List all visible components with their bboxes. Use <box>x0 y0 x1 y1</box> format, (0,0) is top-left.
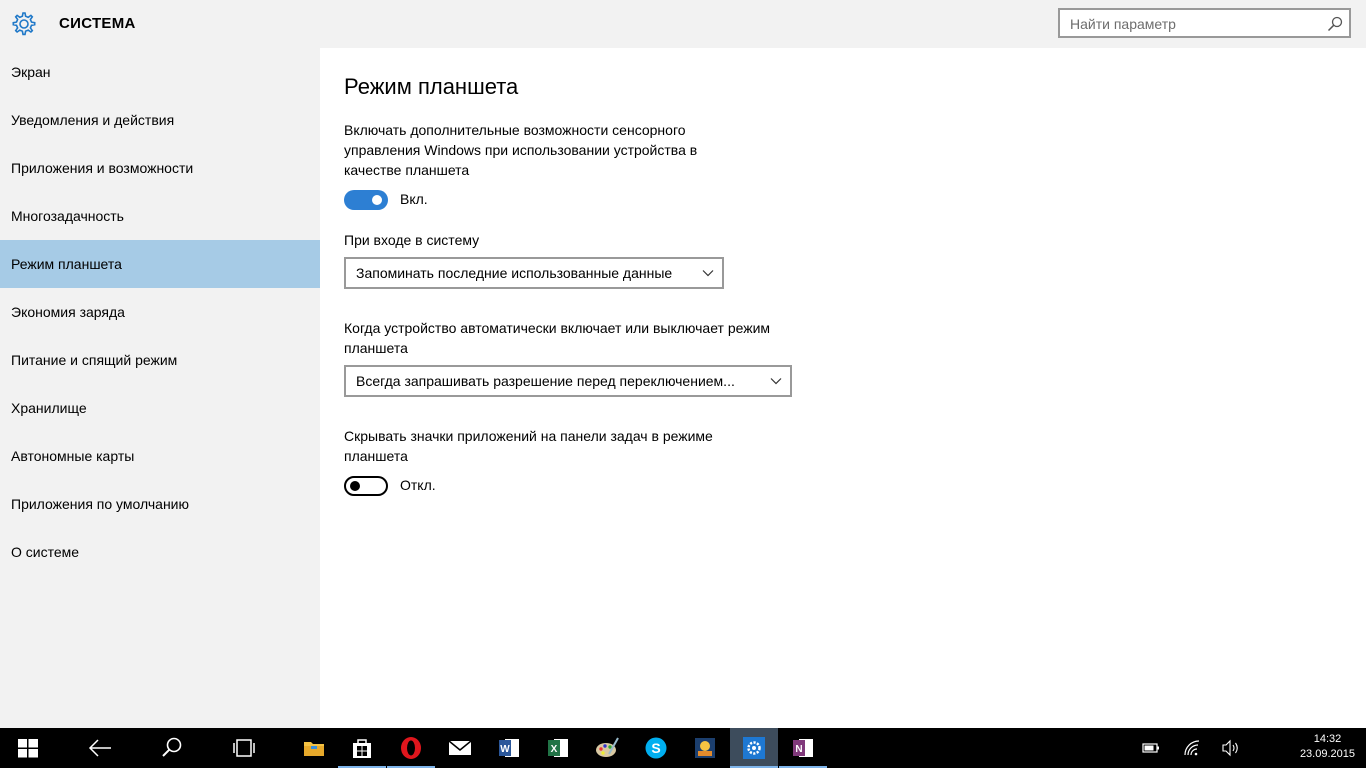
sign-in-label: При входе в систему <box>344 232 480 248</box>
toggle-state-label: Вкл. <box>400 191 428 207</box>
svg-text:W: W <box>500 744 510 755</box>
tray-battery[interactable] <box>1136 728 1166 768</box>
tray-volume[interactable] <box>1216 728 1246 768</box>
sidebar-item-label: Многозадачность <box>11 208 124 224</box>
sidebar-item-label: Хранилище <box>11 400 87 416</box>
sidebar-item-label: О системе <box>11 544 80 560</box>
title-bar: СИСТЕМА Найти параметр <box>0 0 1366 48</box>
sidebar-item-label: Экран <box>11 64 51 80</box>
taskbar-settings[interactable] <box>730 728 778 768</box>
sidebar-item-label: Режим планшета <box>11 256 122 272</box>
sidebar-item-label: Уведомления и действия <box>11 112 175 128</box>
chevron-down-icon <box>702 270 714 277</box>
excel-icon: X <box>548 739 568 757</box>
sidebar-item-about[interactable]: О системе <box>0 528 320 576</box>
sidebar-item-default-apps[interactable]: Приложения по умолчанию <box>0 480 320 528</box>
task-view-icon <box>233 739 255 757</box>
sidebar-item-label: Питание и спящий режим <box>11 352 178 368</box>
store-icon <box>353 739 371 758</box>
start-button[interactable] <box>4 728 52 768</box>
tablet-mode-toggle[interactable] <box>344 190 388 210</box>
sidebar-item-label: Приложения по умолчанию <box>11 496 189 512</box>
skype-icon: S <box>645 737 667 759</box>
onenote-icon: N <box>793 739 813 757</box>
dropdown-value: Запоминать последние использованные данн… <box>356 265 673 281</box>
toggle-knob <box>372 195 382 205</box>
sidebar-item-label: Автономные карты <box>11 448 135 464</box>
paint-icon <box>596 737 619 757</box>
taskbar-store[interactable] <box>338 728 386 768</box>
sidebar-item-offline-maps[interactable]: Автономные карты <box>0 432 320 480</box>
sidebar-item-notifications[interactable]: Уведомления и действия <box>0 96 320 144</box>
svg-text:N: N <box>795 744 802 755</box>
taskbar-photo-app[interactable] <box>681 728 729 768</box>
taskbar-skype[interactable]: S <box>632 728 680 768</box>
wifi-icon <box>1184 740 1200 756</box>
opera-icon <box>401 737 421 759</box>
gear-icon <box>12 12 36 36</box>
task-view-button[interactable] <box>220 728 268 768</box>
sidebar-item-power-sleep[interactable]: Питание и спящий режим <box>0 336 320 384</box>
chevron-down-icon <box>770 378 782 385</box>
taskbar-opera[interactable] <box>387 728 435 768</box>
toggle-knob <box>350 481 360 491</box>
toggle-state-label: Откл. <box>400 477 436 493</box>
file-explorer-icon <box>304 742 324 756</box>
sidebar-nav: Экран Уведомления и действия Приложения … <box>0 48 320 728</box>
auto-switch-label: Когда устройство автоматически включает … <box>344 320 771 356</box>
dropdown-value: Всегда запрашивать разрешение перед пере… <box>356 373 735 389</box>
search-placeholder: Найти параметр <box>1070 16 1176 32</box>
sidebar-item-multitasking[interactable]: Многозадачность <box>0 192 320 240</box>
sidebar-item-battery-saver[interactable]: Экономия заряда <box>0 288 320 336</box>
sidebar-item-apps-features[interactable]: Приложения и возможности <box>0 144 320 192</box>
clock-date: 23.09.2015 <box>1299 748 1355 760</box>
taskbar-paint[interactable] <box>583 728 631 768</box>
app-title: СИСТЕМА <box>59 15 136 32</box>
hide-icons-toggle[interactable] <box>344 476 388 496</box>
taskbar-onenote[interactable]: N <box>779 728 827 768</box>
taskbar-excel[interactable]: X <box>534 728 582 768</box>
battery-icon <box>1142 743 1159 753</box>
hide-icons-description: Скрывать значки приложений на панели зад… <box>344 428 713 464</box>
volume-icon <box>1222 739 1238 757</box>
clock-time: 14:32 <box>1313 733 1342 745</box>
sidebar-item-label: Экономия заряда <box>11 304 125 320</box>
taskbar-word[interactable]: W <box>485 728 533 768</box>
main-content: Режим планшета Включать дополнительные в… <box>320 48 1366 728</box>
search-icon <box>162 737 182 757</box>
word-icon: W <box>499 739 519 757</box>
sidebar-item-display[interactable]: Экран <box>0 48 320 96</box>
back-icon <box>88 739 111 757</box>
svg-text:X: X <box>551 744 558 755</box>
taskbar-mail[interactable] <box>436 728 484 768</box>
search-button[interactable] <box>148 728 196 768</box>
search-input[interactable]: Найти параметр <box>1058 8 1351 38</box>
sign-in-dropdown[interactable]: Запоминать последние использованные данн… <box>344 257 724 289</box>
setting-description: Включать дополнительные возможности сенс… <box>344 122 698 178</box>
taskbar-file-explorer[interactable] <box>290 728 338 768</box>
sidebar-item-tablet-mode[interactable]: Режим планшета <box>0 240 320 288</box>
tray-wifi[interactable] <box>1177 728 1207 768</box>
page-title: Режим планшета <box>344 74 519 99</box>
mail-icon <box>448 740 472 755</box>
taskbar: W X S N 14:32 23.09.2015 <box>0 728 1366 768</box>
back-button[interactable] <box>76 728 124 768</box>
system-clock[interactable]: 14:32 23.09.2015 <box>1300 732 1355 762</box>
windows-start-icon <box>18 739 38 758</box>
sidebar-item-storage[interactable]: Хранилище <box>0 384 320 432</box>
search-icon[interactable] <box>1327 16 1343 32</box>
sidebar-item-label: Приложения и возможности <box>11 160 194 176</box>
svg-text:S: S <box>651 740 660 756</box>
settings-icon <box>743 737 765 759</box>
auto-switch-dropdown[interactable]: Всегда запрашивать разрешение перед пере… <box>344 365 792 397</box>
photo-app-icon <box>695 738 715 758</box>
